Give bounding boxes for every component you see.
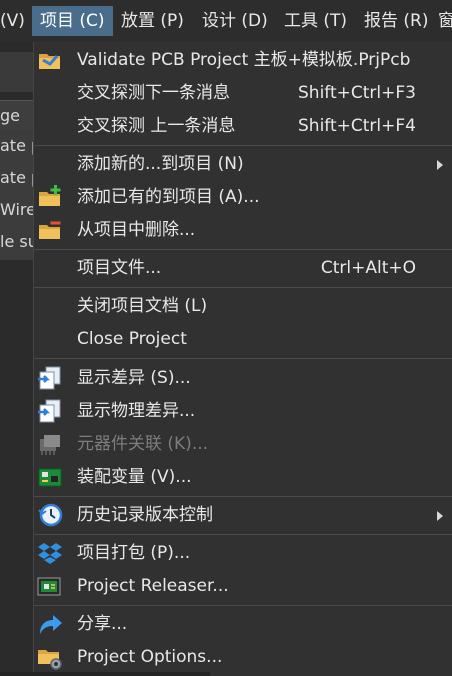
history-clock-icon	[37, 502, 63, 528]
menu-separator	[34, 605, 452, 606]
panel-header: ge	[0, 100, 34, 132]
menu-item-label: 历史记录版本控制	[77, 505, 213, 525]
menu-item-label: 从项目中删除...	[77, 220, 196, 240]
menu-item-label: 交叉探测下一条消息	[77, 83, 230, 103]
shortcut-label: Shift+Ctrl+F3	[298, 83, 416, 103]
menu-item-project-releaser[interactable]: Project Releaser...	[34, 570, 452, 602]
project-menu-dropdown: Validate PCB Project 主板+模拟板.PrjPcb 交叉探测下…	[33, 42, 452, 676]
menu-separator	[34, 287, 452, 288]
background-panel: ge ate p ate p Wire le su	[0, 42, 34, 676]
menu-item-close-project-documents[interactable]: 关闭项目文档 (L)	[34, 290, 452, 322]
menu-item-cross-probe-previous[interactable]: 交叉探测 上一条消息 Shift+Ctrl+F4	[34, 110, 452, 142]
status-strip	[0, 672, 210, 676]
menu-project[interactable]: 项目 (C)	[32, 6, 113, 36]
menu-item-show-physical-differences[interactable]: 显示物理差异...	[34, 395, 452, 427]
menu-separator	[34, 145, 452, 146]
menu-item-label: 装配变量 (V)...	[77, 467, 192, 487]
shortcut-label: Ctrl+Alt+O	[320, 258, 416, 278]
menu-item-label: 添加新的...到项目 (N)	[77, 154, 244, 174]
menu-place[interactable]: 放置 (P)	[121, 6, 184, 36]
panel-row[interactable]: ate p	[0, 162, 34, 194]
menu-item-label: 关闭项目文档 (L)	[77, 296, 208, 316]
menu-separator	[34, 496, 452, 497]
menu-item-remove-from-project[interactable]: 从项目中删除...	[34, 214, 452, 246]
menu-item-project-options[interactable]: Project Options...	[34, 641, 452, 673]
menu-item-validate-pcb-project[interactable]: Validate PCB Project 主板+模拟板.PrjPcb	[34, 44, 452, 76]
variants-icon	[37, 464, 63, 490]
menu-separator	[34, 249, 452, 250]
menu-item-history-version-control[interactable]: 历史记录版本控制	[34, 499, 452, 531]
menu-design[interactable]: 设计 (D)	[202, 6, 268, 36]
menu-item-label: 显示差异 (S)...	[77, 368, 191, 388]
menu-tools[interactable]: 工具 (T)	[284, 6, 347, 36]
menu-item-add-new-to-project[interactable]: 添加新的...到项目 (N)	[34, 148, 452, 180]
panel-row[interactable]: ate p	[0, 130, 34, 162]
project-packager-icon	[37, 540, 63, 566]
panel-toolbar	[0, 52, 34, 92]
menu-item-close-project[interactable]: Close Project	[34, 323, 452, 355]
menu-view-partial[interactable]: (V)	[0, 6, 25, 36]
panel-row[interactable]: le su	[0, 226, 34, 258]
menu-window-partial[interactable]: 窗	[438, 6, 452, 36]
submenu-arrow-icon	[437, 511, 443, 521]
menu-separator	[34, 358, 452, 359]
menu-item-label: 添加已有的到项目 (A)...	[77, 187, 260, 207]
menu-separator	[34, 534, 452, 535]
menu-item-label: 项目打包 (P)...	[77, 543, 191, 563]
menu-item-add-existing-to-project[interactable]: 添加已有的到项目 (A)...	[34, 181, 452, 213]
menu-item-label: 分享...	[77, 614, 128, 634]
shortcut-label: Shift+Ctrl+F4	[298, 116, 416, 136]
menu-item-share[interactable]: 分享...	[34, 608, 452, 640]
submenu-arrow-icon	[437, 160, 443, 170]
project-releaser-icon	[37, 573, 63, 599]
validate-folder-icon	[37, 47, 63, 73]
menu-item-label: 元器件关联 (K)...	[77, 434, 209, 454]
menu-item-label: Project Options...	[77, 647, 223, 667]
menu-reports[interactable]: 报告 (R)	[364, 6, 428, 36]
project-options-icon	[37, 644, 63, 670]
menu-item-show-differences[interactable]: 显示差异 (S)...	[34, 362, 452, 394]
menu-item-label: 交叉探测 上一条消息	[77, 116, 236, 136]
menu-item-label: Project Releaser...	[77, 576, 229, 596]
menu-item-project-documents[interactable]: 项目文件... Ctrl+Alt+O	[34, 252, 452, 284]
menu-item-variants[interactable]: 装配变量 (V)...	[34, 461, 452, 493]
menu-item-component-links[interactable]: 元器件关联 (K)...	[34, 428, 452, 460]
add-existing-icon	[37, 184, 63, 210]
panel-row[interactable]: Wire	[0, 194, 34, 226]
show-physical-differences-icon	[37, 398, 63, 424]
share-arrow-icon	[37, 611, 63, 637]
menu-item-label: Close Project	[77, 329, 187, 349]
menu-item-project-packager[interactable]: 项目打包 (P)...	[34, 537, 452, 569]
show-differences-icon	[37, 365, 63, 391]
component-links-icon	[37, 431, 63, 457]
menu-item-label: Validate PCB Project 主板+模拟板.PrjPcb	[77, 50, 411, 70]
remove-from-project-icon	[37, 217, 63, 243]
menu-item-cross-probe-next[interactable]: 交叉探测下一条消息 Shift+Ctrl+F3	[34, 77, 452, 109]
panel-header-label: ge	[0, 106, 20, 125]
menu-bar: (V) 项目 (C) 放置 (P) 设计 (D) 工具 (T) 报告 (R) 窗	[0, 0, 452, 42]
menu-item-label: 项目文件...	[77, 258, 162, 278]
menu-item-label: 显示物理差异...	[77, 401, 196, 421]
